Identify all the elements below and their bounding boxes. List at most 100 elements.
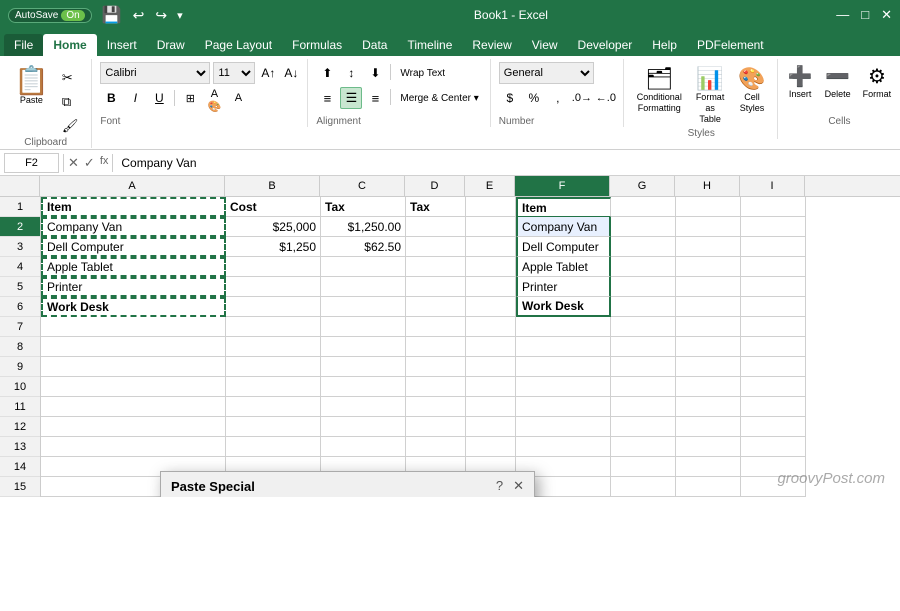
cell-d5[interactable] (406, 277, 466, 297)
underline-btn[interactable]: U (148, 87, 170, 109)
cell-e6[interactable] (466, 297, 516, 317)
col-header-f[interactable]: F (515, 176, 610, 196)
center-align-btn[interactable]: ☰ (340, 87, 362, 109)
tab-draw[interactable]: Draw (147, 34, 195, 56)
delete-cells-btn[interactable]: ➖Delete (821, 62, 855, 101)
cell-c6[interactable] (321, 297, 406, 317)
minimize-btn[interactable]: — (836, 7, 849, 23)
cell-d3[interactable] (406, 237, 466, 257)
col-header-e[interactable]: E (465, 176, 515, 196)
maximize-btn[interactable]: □ (861, 7, 869, 23)
mid-align-btn[interactable]: ↕ (340, 62, 362, 84)
cell-i6[interactable] (741, 297, 806, 317)
cell-f5[interactable]: Printer (516, 277, 611, 297)
cell-f4[interactable]: Apple Tablet (516, 257, 611, 277)
cell-i1[interactable] (741, 197, 806, 217)
cell-i5[interactable] (741, 277, 806, 297)
cell-a5[interactable]: Printer (41, 277, 226, 297)
tab-view[interactable]: View (522, 34, 568, 56)
tab-pdfelement[interactable]: PDFelement (687, 34, 774, 56)
cell-e3[interactable] (466, 237, 516, 257)
cell-h1[interactable] (676, 197, 741, 217)
autosave-toggle[interactable]: AutoSave On (8, 8, 92, 23)
cell-b4[interactable] (226, 257, 321, 277)
dialog-help-icon[interactable]: ? (496, 478, 503, 494)
number-format-select[interactable]: General (499, 62, 594, 84)
cell-h2[interactable] (676, 217, 741, 237)
col-header-c[interactable]: C (320, 176, 405, 196)
row-num-3[interactable]: 3 (0, 237, 40, 257)
cell-e4[interactable] (466, 257, 516, 277)
cancel-formula-icon[interactable]: ✕ (68, 155, 79, 171)
col-header-h[interactable]: H (675, 176, 740, 196)
cell-d4[interactable] (406, 257, 466, 277)
cell-e2[interactable] (466, 217, 516, 237)
cell-b6[interactable] (226, 297, 321, 317)
right-align-btn[interactable]: ≡ (364, 87, 386, 109)
font-name-select[interactable]: Calibri (100, 62, 210, 84)
cell-b2[interactable]: $25,000 (226, 217, 321, 237)
format-painter-button[interactable]: 🖌 (57, 115, 84, 137)
cell-a1[interactable]: Item (41, 197, 226, 217)
row-num-14[interactable]: 14 (0, 457, 40, 477)
tab-home[interactable]: Home (43, 34, 96, 56)
row-num-9[interactable]: 9 (0, 357, 40, 377)
dialog-close-icon[interactable]: ✕ (513, 478, 524, 494)
cell-a4[interactable]: Apple Tablet (41, 257, 226, 277)
tab-timeline[interactable]: Timeline (397, 34, 462, 56)
cell-i3[interactable] (741, 237, 806, 257)
currency-btn[interactable]: $ (499, 87, 521, 109)
bold-btn[interactable]: B (100, 87, 122, 109)
row-num-15[interactable]: 15 (0, 477, 40, 497)
row-num-1[interactable]: 1 (0, 197, 40, 217)
cell-c3[interactable]: $62.50 (321, 237, 406, 257)
cell-g1[interactable] (611, 197, 676, 217)
cell-e1[interactable] (466, 197, 516, 217)
decrease-decimal-btn[interactable]: ←.0 (595, 87, 617, 109)
row-num-4[interactable]: 4 (0, 257, 40, 277)
more-qat-btn[interactable]: ▾ (174, 8, 186, 23)
cell-h6[interactable] (676, 297, 741, 317)
format-as-table-button[interactable]: 📊 Format asTable (691, 62, 730, 128)
cell-g3[interactable] (611, 237, 676, 257)
cell-i2[interactable] (741, 217, 806, 237)
cell-c1[interactable]: Tax (321, 197, 406, 217)
fill-color-btn[interactable]: A🎨 (203, 87, 225, 109)
cell-f2[interactable]: Company Van (516, 217, 611, 237)
cell-f3[interactable]: Dell Computer (516, 237, 611, 257)
col-header-b[interactable]: B (225, 176, 320, 196)
insert-cells-btn[interactable]: ➕Insert (784, 62, 817, 101)
cell-g2[interactable] (611, 217, 676, 237)
bot-align-btn[interactable]: ⬇ (364, 62, 386, 84)
increase-decimal-btn[interactable]: .0→ (571, 87, 593, 109)
cell-h4[interactable] (676, 257, 741, 277)
redo-btn[interactable]: ↪ (151, 6, 171, 25)
formula-input[interactable] (117, 153, 896, 173)
cell-a6[interactable]: Work Desk (41, 297, 226, 317)
cell-g4[interactable] (611, 257, 676, 277)
increase-font-btn[interactable]: A↑ (258, 63, 278, 83)
col-header-a[interactable]: A (40, 176, 225, 196)
row-num-8[interactable]: 8 (0, 337, 40, 357)
cell-f6[interactable]: Work Desk (516, 297, 611, 317)
left-align-btn[interactable]: ≡ (316, 87, 338, 109)
undo-btn[interactable]: ↩ (129, 6, 149, 25)
paste-button[interactable]: 📋 Paste (8, 63, 55, 109)
comma-btn[interactable]: , (547, 87, 569, 109)
wrap-text-btn[interactable]: Wrap Text (395, 62, 450, 84)
cell-a2[interactable]: Company Van (41, 217, 226, 237)
font-size-select[interactable]: 11 (213, 62, 255, 84)
cell-reference-input[interactable] (4, 153, 59, 173)
tab-insert[interactable]: Insert (97, 34, 147, 56)
border-btn[interactable]: ⊞ (179, 87, 201, 109)
cell-a3[interactable]: Dell Computer (41, 237, 226, 257)
tab-page-layout[interactable]: Page Layout (195, 34, 282, 56)
insert-function-icon[interactable]: fx (100, 155, 109, 171)
cell-b5[interactable] (226, 277, 321, 297)
row-num-7[interactable]: 7 (0, 317, 40, 337)
row-num-13[interactable]: 13 (0, 437, 40, 457)
cell-g5[interactable] (611, 277, 676, 297)
merge-center-btn[interactable]: Merge & Center ▾ (395, 87, 483, 109)
cell-d1[interactable]: Tax (406, 197, 466, 217)
tab-data[interactable]: Data (352, 34, 397, 56)
